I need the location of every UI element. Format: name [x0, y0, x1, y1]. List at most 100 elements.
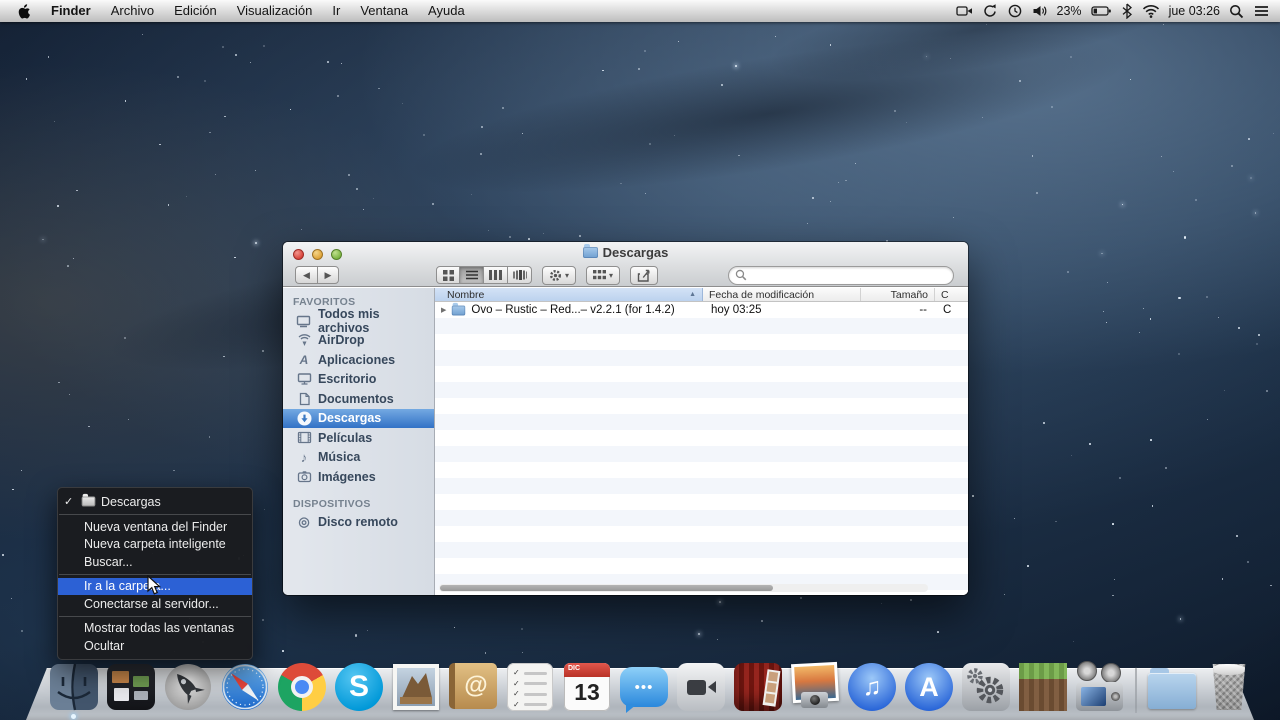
sidebar-item-peliculas[interactable]: Películas — [283, 428, 434, 448]
clock[interactable]: jue 03:26 — [1169, 4, 1220, 18]
forward-button[interactable]: ▶ — [317, 266, 339, 284]
sidebar-item-imagenes[interactable]: Imágenes — [283, 467, 434, 487]
menu-ir[interactable]: Ir — [322, 0, 350, 22]
menu-item-mostrar-todas[interactable]: Mostrar todas las ventanas — [58, 620, 252, 638]
horizontal-scrollbar-thumb[interactable] — [440, 585, 773, 591]
finder-dock-menu: ✓ Descargas Nueva ventana del Finder Nue… — [57, 487, 253, 660]
apple-icon — [18, 3, 30, 18]
column-tamano[interactable]: Tamaño — [861, 288, 935, 301]
menu-finder[interactable]: Finder — [41, 0, 101, 22]
disclosure-triangle-icon[interactable]: ▶ — [441, 306, 446, 314]
sidebar-item-disco-remoto[interactable]: ◎ Disco remoto — [283, 513, 434, 533]
dock-icon-mail[interactable] — [390, 661, 442, 713]
sort-asc-icon: ▲ — [689, 291, 696, 298]
sidebar-item-musica[interactable]: ♪ Música — [283, 448, 434, 468]
arrange-icon — [593, 269, 607, 279]
file-row[interactable]: ▶ Ovo – Rustic – Red...– v2.2.1 (for 1.4… — [435, 302, 968, 318]
mouse-cursor — [147, 574, 162, 601]
dock-icon-contacts[interactable]: @ — [447, 661, 499, 713]
window-chrome[interactable]: Descargas ◀ ▶ ▾ ▾ — [283, 242, 968, 287]
spotlight-icon[interactable] — [1229, 4, 1244, 19]
dock-icon-reminders[interactable]: ✓ ✓ ✓ ✓ — [504, 661, 556, 713]
menu-visualizacion[interactable]: Visualización — [227, 0, 323, 22]
coverflow-view-icon — [512, 270, 527, 280]
share-button[interactable] — [630, 265, 659, 285]
sidebar-item-todos-mis-archivos[interactable]: Todos mis archivos — [283, 307, 434, 335]
movies-icon — [296, 431, 312, 444]
wifi-icon[interactable] — [1142, 4, 1160, 18]
dock-icon-minecraft[interactable] — [1017, 661, 1069, 713]
airdrop-icon — [296, 333, 312, 347]
menu-separator — [59, 615, 251, 617]
grid-view-icon — [442, 269, 454, 281]
sync-icon[interactable] — [982, 3, 998, 19]
remote-disc-icon: ◎ — [298, 514, 310, 530]
action-menu-button[interactable]: ▾ — [542, 265, 577, 285]
dock-icon-chrome[interactable] — [276, 661, 328, 713]
finder-window: Descargas ◀ ▶ ▾ ▾ FAVORITOS Todos mis ar… — [283, 242, 968, 595]
dock-icon-skype[interactable]: S — [333, 661, 385, 713]
dock-icon-downloads-folder[interactable] — [1146, 661, 1198, 713]
horizontal-scrollbar-track[interactable] — [439, 584, 928, 592]
menu-item-nueva-ventana[interactable]: Nueva ventana del Finder — [58, 518, 252, 536]
check-icon: ✓ — [64, 496, 74, 508]
dock-icon-photo-booth[interactable] — [732, 661, 784, 713]
share-icon — [637, 269, 650, 282]
dock-icon-calendar[interactable]: DIC 13 — [561, 661, 613, 713]
icon-view-button[interactable] — [436, 266, 460, 284]
dock-icon-system-preferences[interactable] — [960, 661, 1012, 713]
time-machine-icon[interactable] — [1007, 3, 1023, 19]
sidebar-item-escritorio[interactable]: Escritorio — [283, 370, 434, 390]
dock-icon-trash[interactable] — [1203, 661, 1255, 713]
menu-item-nueva-carpeta-inteligente[interactable]: Nueva carpeta inteligente — [58, 536, 252, 554]
dock-icon-safari[interactable] — [219, 661, 271, 713]
desktop-icon — [296, 372, 312, 386]
menu-archivo[interactable]: Archivo — [101, 0, 164, 22]
menu-ayuda[interactable]: Ayuda — [418, 0, 475, 22]
bluetooth-icon[interactable] — [1121, 3, 1133, 19]
sidebar-item-documentos[interactable]: Documentos — [283, 389, 434, 409]
battery-percent[interactable]: 23% — [1057, 4, 1082, 18]
back-button[interactable]: ◀ — [295, 266, 317, 284]
dock-icon-facetime[interactable] — [675, 661, 727, 713]
column-view-button[interactable] — [484, 266, 508, 284]
dock-icon-mission-control[interactable] — [105, 661, 157, 713]
file-list-area: Nombre ▲ Fecha de modificación Tamaño C … — [435, 288, 968, 595]
dock-icon-launchpad[interactable] — [162, 661, 214, 713]
dock-icon-finder[interactable] — [48, 661, 100, 713]
sidebar-item-descargas[interactable]: Descargas — [283, 408, 434, 428]
toolbar: ◀ ▶ ▾ ▾ — [283, 263, 968, 287]
notification-center-icon[interactable] — [1253, 4, 1270, 18]
dock-icon-iphoto[interactable] — [789, 661, 841, 713]
dock-icon-quicktime[interactable] — [1074, 661, 1126, 713]
menu-ventana[interactable]: Ventana — [350, 0, 418, 22]
dock-icon-messages[interactable]: ••• — [618, 661, 670, 713]
screen-share-icon[interactable] — [955, 3, 973, 19]
column-clase[interactable]: C — [935, 288, 968, 301]
list-view-button[interactable] — [460, 266, 484, 284]
column-fecha[interactable]: Fecha de modificación — [703, 288, 861, 301]
menu-item-ocultar[interactable]: Ocultar — [58, 637, 252, 655]
file-kind: C — [943, 304, 952, 316]
column-nombre[interactable]: Nombre ▲ — [435, 288, 703, 301]
menu-bar: Finder Archivo Edición Visualización Ir … — [0, 0, 1280, 22]
dock-icon-itunes[interactable]: ♫ — [846, 661, 898, 713]
dock-icon-app-store[interactable]: A — [903, 661, 955, 713]
music-icon: ♪ — [300, 449, 308, 465]
search-icon — [735, 269, 747, 281]
menu-item-buscar[interactable]: Buscar... — [58, 553, 252, 571]
menu-item-descargas-window[interactable]: ✓ Descargas — [58, 492, 252, 511]
sidebar-item-aplicaciones[interactable]: A Aplicaciones — [283, 350, 434, 370]
menu-edicion[interactable]: Edición — [164, 0, 227, 22]
arrange-menu-button[interactable]: ▾ — [586, 265, 621, 285]
volume-icon[interactable] — [1032, 3, 1048, 19]
apple-menu[interactable] — [10, 3, 41, 19]
folder-icon — [452, 302, 466, 315]
coverflow-view-button[interactable] — [508, 266, 532, 284]
gear-icon — [550, 269, 561, 281]
music-note-icon: ♫ — [848, 663, 896, 711]
search-field[interactable] — [728, 265, 954, 285]
column-view-icon — [489, 270, 502, 280]
window-title: Descargas — [602, 245, 669, 260]
battery-icon[interactable] — [1090, 4, 1112, 18]
